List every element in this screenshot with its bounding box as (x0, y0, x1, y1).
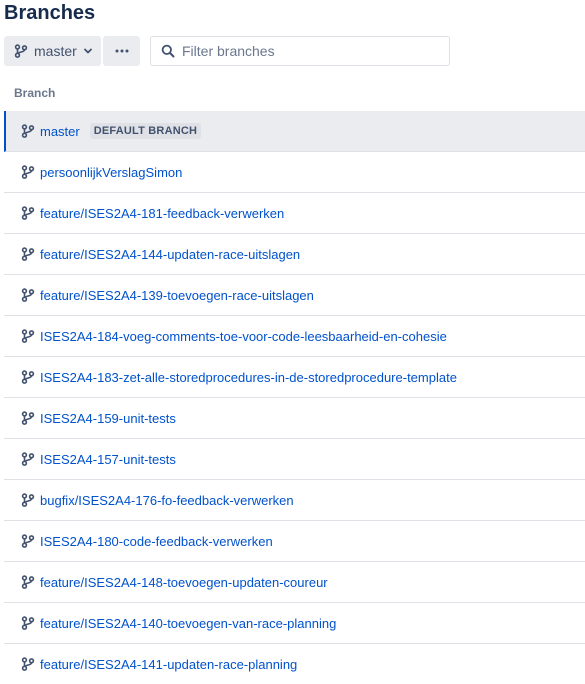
more-actions-button[interactable] (103, 36, 140, 66)
branch-icon (14, 44, 28, 58)
branch-name-link[interactable]: ISES2A4-180-code-feedback-verwerken (40, 534, 273, 549)
branch-name-link[interactable]: persoonlijkVerslagSimon (40, 165, 182, 180)
filter-branches-input[interactable] (182, 43, 432, 59)
branch-name-link[interactable]: master (40, 124, 80, 139)
branch-row[interactable]: ISES2A4-157-unit-tests (4, 439, 585, 480)
branches-page: Branches master Filter branches Branch m… (0, 0, 585, 684)
branch-icon (20, 656, 36, 672)
branch-icon (20, 164, 36, 180)
toolbar: master (4, 36, 140, 66)
branch-name-link[interactable]: feature/ISES2A4-144-updaten-race-uitslag… (40, 247, 300, 262)
branch-icon (20, 287, 36, 303)
branch-row[interactable]: feature/ISES2A4-148-toevoegen-updaten-co… (4, 562, 585, 603)
branch-row[interactable]: persoonlijkVerslagSimon (4, 152, 585, 193)
branch-row[interactable]: feature/ISES2A4-181-feedback-verwerken (4, 193, 585, 234)
branch-selector-button[interactable]: master (4, 36, 101, 66)
branch-name-link[interactable]: feature/ISES2A4-141-updaten-race-plannin… (40, 657, 297, 672)
branch-name-link[interactable]: feature/ISES2A4-139-toevoegen-race-uitsl… (40, 288, 314, 303)
branch-list: master DEFAULT BRANCH persoonlijkVerslagSi… (4, 111, 585, 684)
branch-icon (20, 451, 36, 467)
search-box[interactable] (150, 36, 450, 66)
branch-name-link[interactable]: feature/ISES2A4-140-toevoegen-van-race-p… (40, 616, 336, 631)
branch-row[interactable]: feature/ISES2A4-139-toevoegen-race-uitsl… (4, 275, 585, 316)
branch-row[interactable]: master DEFAULT BRANCH (4, 111, 585, 152)
branch-row[interactable]: ISES2A4-180-code-feedback-verwerken (4, 521, 585, 562)
branch-icon (20, 205, 36, 221)
branch-name-link[interactable]: ISES2A4-183-zet-alle-storedprocedures-in… (40, 370, 457, 385)
branch-icon (20, 246, 36, 262)
chevron-down-icon (83, 46, 93, 56)
branch-icon (20, 410, 36, 426)
branch-row[interactable]: feature/ISES2A4-140-toevoegen-van-race-p… (4, 603, 585, 644)
branch-icon (20, 369, 36, 385)
branch-row[interactable]: feature/ISES2A4-141-updaten-race-plannin… (4, 644, 585, 684)
branch-name-link[interactable]: ISES2A4-157-unit-tests (40, 452, 176, 467)
search-icon (161, 44, 175, 58)
branch-icon (20, 328, 36, 344)
branch-name-link[interactable]: feature/ISES2A4-181-feedback-verwerken (40, 206, 284, 221)
page-title: Branches (4, 2, 96, 24)
branch-row[interactable]: ISES2A4-183-zet-alle-storedprocedures-in… (4, 357, 585, 398)
branch-icon (20, 533, 36, 549)
branch-icon (20, 574, 36, 590)
branch-icon (20, 492, 36, 508)
branch-row[interactable]: ISES2A4-184-voeg-comments-toe-voor-code-… (4, 316, 585, 357)
branch-icon (20, 615, 36, 631)
branch-name-link[interactable]: ISES2A4-184-voeg-comments-toe-voor-code-… (40, 329, 447, 344)
default-branch-badge: DEFAULT BRANCH (89, 123, 202, 139)
branch-row[interactable]: ISES2A4-159-unit-tests (4, 398, 585, 439)
branch-selector-label: master (34, 43, 77, 59)
column-header-branch: Branch (14, 86, 56, 100)
branch-row[interactable]: feature/ISES2A4-144-updaten-race-uitslag… (4, 234, 585, 275)
branch-name-link[interactable]: bugfix/ISES2A4-176-fo-feedback-verwerken (40, 493, 294, 508)
branch-row[interactable]: bugfix/ISES2A4-176-fo-feedback-verwerken (4, 480, 585, 521)
more-icon (115, 49, 129, 53)
branch-name-link[interactable]: ISES2A4-159-unit-tests (40, 411, 176, 426)
branch-name-link[interactable]: feature/ISES2A4-148-toevoegen-updaten-co… (40, 575, 328, 590)
branch-icon (20, 123, 36, 139)
